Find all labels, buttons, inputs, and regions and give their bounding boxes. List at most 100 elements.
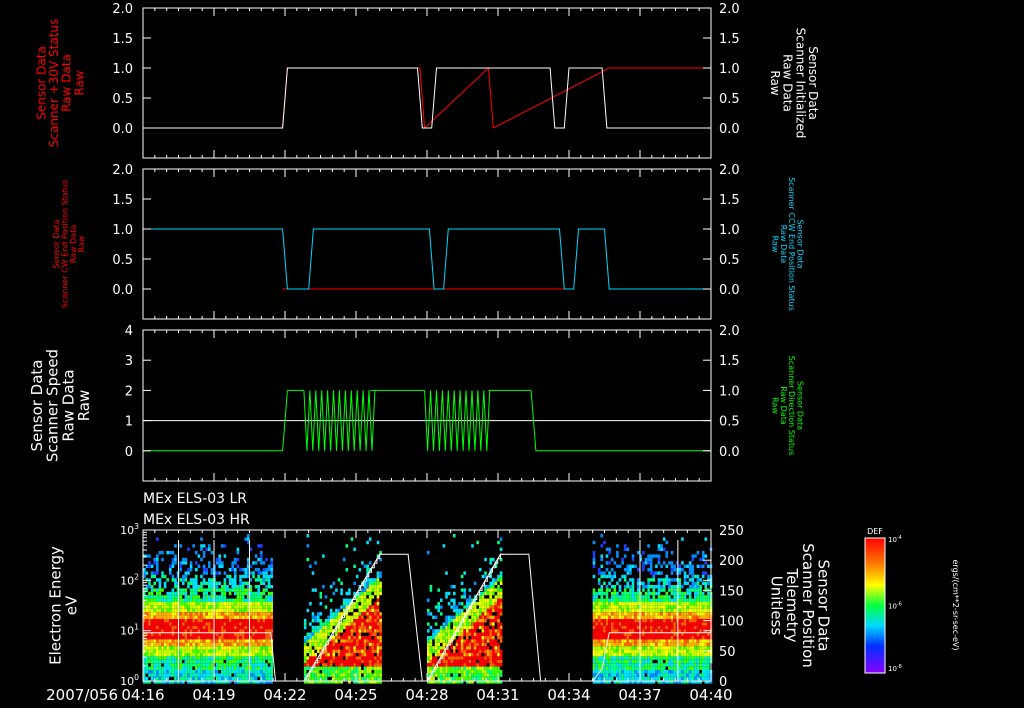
- spectrogram-cell: [678, 622, 682, 626]
- spectrogram-cell: [361, 608, 364, 613]
- spectrogram-cell: [647, 568, 650, 572]
- spectrogram-cell: [260, 649, 263, 653]
- spectrogram-cell: [629, 568, 632, 572]
- spectrogram-cell: [427, 551, 430, 555]
- spectrogram-cell: [153, 649, 156, 653]
- spectrogram-cell: [267, 602, 271, 606]
- spectrogram-cell: [458, 639, 461, 643]
- spectrogram-cell: [150, 636, 154, 640]
- spectrogram-cell: [479, 619, 482, 623]
- spectrogram-cell: [701, 564, 705, 568]
- spectrogram-cell: [481, 673, 485, 677]
- spectrogram-cell: [668, 659, 671, 664]
- spectrogram-cell: [376, 622, 380, 626]
- spectrogram-cell: [262, 578, 266, 582]
- spectrogram-cell: [497, 659, 500, 664]
- spectrogram-cell: [471, 649, 474, 653]
- spectrogram-cell: [239, 605, 242, 609]
- spectrogram-cell: [218, 608, 221, 613]
- spectrogram-cell: [670, 564, 674, 568]
- spectrogram-cell: [652, 598, 656, 602]
- spectrogram-cell: [350, 653, 354, 657]
- spectrogram-cell: [473, 666, 477, 670]
- spectrogram-cell: [262, 619, 266, 623]
- spectrogram-cell: [174, 544, 177, 548]
- spectrogram-cell: [447, 622, 451, 626]
- spectrogram-cell: [223, 554, 227, 558]
- spectrogram-cell: [642, 564, 645, 568]
- spectrogram-cell: [623, 646, 627, 650]
- spectrogram-cell: [379, 670, 382, 674]
- spectrogram-cell: [329, 649, 333, 653]
- spectrogram-cell: [179, 595, 182, 599]
- spectrogram-cell: [455, 615, 459, 619]
- spectrogram-cell: [473, 632, 477, 636]
- spectrogram-cell: [610, 656, 614, 660]
- spectrogram-cell: [618, 646, 622, 650]
- spectrogram-cell: [662, 636, 666, 640]
- spectrogram-cell: [476, 615, 479, 619]
- spectrogram-cell: [254, 659, 258, 664]
- spectrogram-cell: [458, 656, 461, 660]
- spectrogram-cell: [699, 591, 702, 596]
- spectrogram-cell: [429, 639, 433, 643]
- spectrogram-cell: [236, 551, 240, 555]
- spectrogram-cell: [236, 663, 240, 667]
- spectrogram-cell: [466, 598, 469, 602]
- spectrogram-cell: [231, 615, 234, 619]
- spectrogram-cell: [696, 625, 700, 630]
- spectrogram-cell: [642, 659, 645, 664]
- spectrogram-cell: [655, 619, 658, 623]
- spectrogram-cell: [673, 588, 676, 592]
- spectrogram-cell: [649, 629, 653, 633]
- spectrogram-cell: [644, 619, 648, 623]
- spectrogram-cell: [595, 595, 598, 599]
- spectrogram-cell: [603, 636, 606, 640]
- spectrogram-cell: [660, 625, 663, 630]
- spectrogram-cell: [696, 666, 700, 670]
- spectrogram-cell: [704, 636, 708, 640]
- spectrogram-cell: [239, 670, 242, 674]
- spectrogram-cell: [260, 659, 263, 664]
- spectrogram-cell: [192, 676, 195, 681]
- spectrogram-cell: [655, 629, 658, 633]
- spectrogram-cell: [260, 554, 263, 558]
- spectrogram-cell: [161, 629, 164, 633]
- spectrogram-cell: [499, 649, 503, 653]
- spectrogram-cell: [621, 646, 624, 650]
- spectrogram-cell: [634, 676, 637, 681]
- spectrogram-cell: [244, 574, 247, 579]
- spectrogram-cell: [592, 591, 596, 596]
- spectrogram-cell: [605, 676, 609, 681]
- spectrogram-cell: [694, 622, 697, 626]
- spectrogram-cell: [691, 673, 695, 677]
- spectrogram-cell: [616, 602, 619, 606]
- spectrogram-cell: [254, 656, 258, 660]
- spectrogram-cell: [267, 615, 271, 619]
- spectrogram-cell: [642, 551, 645, 555]
- spectrogram-cell: [316, 646, 320, 650]
- spectrogram-cell: [605, 666, 609, 670]
- spectrogram-cell: [158, 663, 162, 667]
- spectrogram-cell: [156, 595, 159, 599]
- spectrogram-cell: [673, 602, 676, 606]
- spectrogram-cell: [161, 598, 164, 602]
- spectrogram-cell: [688, 649, 692, 653]
- spectrogram-cell: [473, 656, 477, 660]
- spectrogram-cell: [492, 656, 495, 660]
- spectrogram-cell: [166, 612, 169, 616]
- spectrogram-cell: [195, 574, 198, 579]
- spectrogram-cell: [447, 636, 451, 640]
- spectrogram-cell: [171, 622, 175, 626]
- spectrogram-cell: [187, 670, 190, 674]
- spectrogram-cell: [260, 544, 263, 548]
- spectrogram-cell: [447, 676, 451, 681]
- spectrogram-cell: [484, 632, 487, 636]
- spectrogram-cell: [434, 673, 438, 677]
- spectrogram-cell: [642, 663, 645, 667]
- spectrogram-cell: [221, 561, 224, 565]
- spectrogram-cell: [471, 636, 474, 640]
- spectrogram-cell: [270, 605, 273, 609]
- spectrogram-cell: [267, 639, 271, 643]
- spectrogram-cell: [208, 625, 211, 630]
